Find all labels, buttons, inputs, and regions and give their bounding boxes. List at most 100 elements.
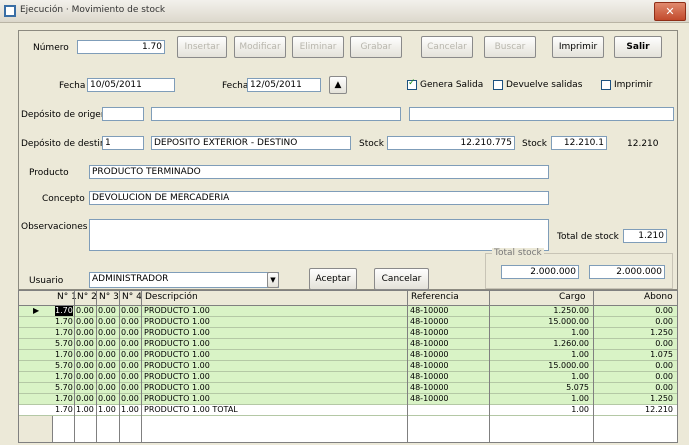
table-cell[interactable]: 48-10000: [410, 372, 486, 382]
table-cell[interactable]: 1.00: [493, 372, 589, 382]
table-row[interactable]: ▶ 1.70 0.00 0.00 0.00 PRODUCTO 1.00 48-10000 1.…: [19, 306, 677, 317]
movements-table[interactable]: N° 1 N° 2 N° 3 N° 4 Descripción Referenc…: [18, 290, 678, 443]
table-cell[interactable]: PRODUCTO 1.00: [144, 361, 404, 371]
table-cell[interactable]: 5.70: [55, 383, 73, 393]
table-cell[interactable]: 12.210: [597, 405, 673, 415]
table-row[interactable]: 1.70 0.00 0.00 0.00 PRODUCTO 1.00 48-10000 15.…: [19, 317, 677, 328]
table-cell[interactable]: 0.00: [98, 350, 118, 360]
table-cell[interactable]: 1.250.00: [493, 306, 589, 316]
modificar-button[interactable]: Modificar: [234, 36, 286, 58]
table-cell[interactable]: 1.70: [55, 405, 73, 415]
cancel-button[interactable]: Cancelar: [374, 268, 429, 290]
close-button[interactable]: ✕: [654, 2, 686, 21]
table-cell[interactable]: 0.00: [76, 306, 95, 316]
table-cell[interactable]: 0.00: [98, 317, 118, 327]
total-field[interactable]: 1.210: [623, 229, 667, 243]
genera-salida-checkbox[interactable]: [407, 78, 417, 90]
table-cell[interactable]: 48-10000: [410, 383, 486, 393]
deposito-origen-name-field[interactable]: [151, 107, 401, 121]
table-cell[interactable]: 0.00: [98, 394, 118, 404]
table-cell[interactable]: 0.00: [597, 339, 673, 349]
eliminar-button[interactable]: Eliminar: [292, 36, 344, 58]
total-stock-field-2[interactable]: 2.000.000: [589, 265, 665, 279]
table-cell[interactable]: 1.075: [597, 350, 673, 360]
table-cell[interactable]: 1.70: [55, 317, 73, 327]
table-cell[interactable]: 48-10000: [410, 306, 486, 316]
table-cell[interactable]: 0.00: [597, 372, 673, 382]
table-cell[interactable]: 48-10000: [410, 350, 486, 360]
table-cell[interactable]: 0.00: [76, 339, 95, 349]
fecha2-field[interactable]: 12/05/2011: [247, 78, 321, 92]
table-cell[interactable]: 0.00: [76, 328, 95, 338]
cancelar-button[interactable]: Cancelar: [421, 36, 473, 58]
table-cell[interactable]: 1.70: [55, 350, 73, 360]
table-cell[interactable]: 0.00: [121, 394, 140, 404]
devuelve-salidas-checkbox[interactable]: [493, 80, 503, 90]
table-cell[interactable]: 5.70: [55, 361, 73, 371]
table-cell[interactable]: 0.00: [76, 350, 95, 360]
table-cell[interactable]: 0.00: [98, 339, 118, 349]
fecha-field[interactable]: 10/05/2011: [87, 78, 175, 92]
table-cell[interactable]: 0.00: [121, 361, 140, 371]
table-cell[interactable]: 0.00: [121, 372, 140, 382]
table-cell[interactable]: 15.000.00: [493, 361, 589, 371]
table-row[interactable]: 5.70 0.00 0.00 0.00 PRODUCTO 1.00 48-10000 5.0…: [19, 383, 677, 394]
table-row[interactable]: 1.70 0.00 0.00 0.00 PRODUCTO 1.00 48-10000 1.0…: [19, 350, 677, 361]
insertar-button[interactable]: Insertar: [177, 36, 227, 58]
table-cell[interactable]: 48-10000: [410, 361, 486, 371]
table-cell[interactable]: PRODUCTO 1.00: [144, 372, 404, 382]
table-cell[interactable]: PRODUCTO 1.00: [144, 306, 404, 316]
table-cell[interactable]: 0.00: [597, 361, 673, 371]
table-cell[interactable]: 5.075: [493, 383, 589, 393]
usuario-dropdown-icon[interactable]: ▼: [267, 272, 279, 288]
table-cell[interactable]: 0.00: [98, 306, 118, 316]
table-cell[interactable]: 0.00: [98, 383, 118, 393]
table-cell[interactable]: 0.00: [76, 394, 95, 404]
table-cell[interactable]: 0.00: [121, 383, 140, 393]
table-cell[interactable]: 0.00: [98, 372, 118, 382]
calendar-button[interactable]: ▲: [329, 76, 347, 94]
table-cell[interactable]: 0.00: [121, 317, 140, 327]
table-cell[interactable]: PRODUCTO 1.00: [144, 317, 404, 327]
table-cell[interactable]: 1.70: [55, 394, 73, 404]
table-cell[interactable]: 1.00: [493, 394, 589, 404]
table-row[interactable]: 1.70 0.00 0.00 0.00 PRODUCTO 1.00 48-10000 1.0…: [19, 394, 677, 405]
imprimir-button[interactable]: Imprimir: [552, 36, 604, 58]
table-cell[interactable]: 0.00: [98, 361, 118, 371]
table-cell[interactable]: 1.260.00: [493, 339, 589, 349]
deposito-origen-extra-field[interactable]: [409, 107, 674, 121]
table-cell[interactable]: 0.00: [597, 306, 673, 316]
numero-field[interactable]: 1.70: [77, 40, 165, 54]
table-cell[interactable]: 48-10000: [410, 317, 486, 327]
table-cell[interactable]: 0.00: [76, 361, 95, 371]
deposito-destino-name-field[interactable]: DEPOSITO EXTERIOR - DESTINO: [151, 136, 351, 150]
stock2-field[interactable]: 12.210.1: [551, 136, 607, 150]
table-cell[interactable]: 1.00: [98, 405, 118, 415]
table-cell[interactable]: 15.000.00: [493, 317, 589, 327]
table-cell[interactable]: PRODUCTO 1.00: [144, 328, 404, 338]
table-cell[interactable]: PRODUCTO 1.00 TOTAL: [144, 405, 404, 415]
salir-button[interactable]: Salir: [614, 36, 662, 58]
buscar-button[interactable]: Buscar: [484, 36, 536, 58]
total-stock-field-1[interactable]: 2.000.000: [501, 265, 579, 279]
table-cell[interactable]: 0.00: [121, 350, 140, 360]
grabar-button[interactable]: Grabar: [350, 36, 402, 58]
table-cell[interactable]: 1.00: [76, 405, 95, 415]
table-cell[interactable]: 1.70: [55, 306, 73, 316]
table-cell[interactable]: 48-10000: [410, 328, 486, 338]
table-cell[interactable]: 5.70: [55, 339, 73, 349]
table-cell[interactable]: 1.70: [55, 328, 73, 338]
table-cell[interactable]: PRODUCTO 1.00: [144, 350, 404, 360]
concepto-field[interactable]: DEVOLUCION DE MERCADERIA: [89, 191, 549, 205]
table-cell[interactable]: 0.00: [76, 317, 95, 327]
observaciones-field[interactable]: [89, 219, 549, 251]
table-cell[interactable]: 1.250: [597, 394, 673, 404]
table-cell[interactable]: PRODUCTO 1.00: [144, 339, 404, 349]
imprimir-checkbox[interactable]: [601, 80, 611, 90]
table-row[interactable]: 1.70 1.00 1.00 1.00 PRODUCTO 1.00 TOTAL 1.00 1…: [19, 405, 677, 416]
aceptar-button[interactable]: Aceptar: [309, 268, 357, 290]
table-cell[interactable]: 0.00: [76, 383, 95, 393]
stock-field[interactable]: 12.210.775: [387, 136, 515, 150]
table-cell[interactable]: 0.00: [121, 328, 140, 338]
table-cell[interactable]: 1.00: [121, 405, 140, 415]
